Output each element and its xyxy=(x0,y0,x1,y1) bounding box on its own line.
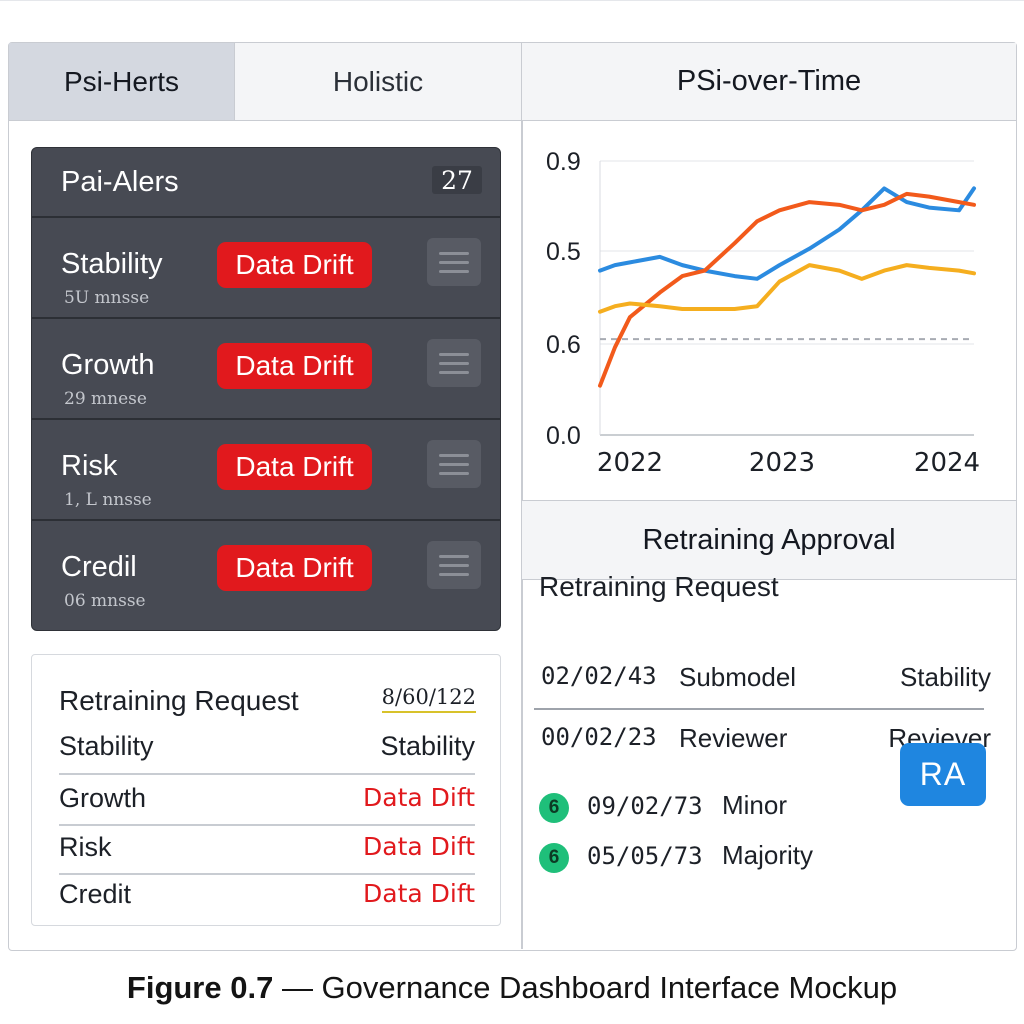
request-row[interactable]: Growth Data Dift xyxy=(59,783,475,814)
top-rule xyxy=(0,0,1024,3)
x-tick-label: 2023 xyxy=(749,448,815,478)
figure-number: Figure 0.7 xyxy=(126,970,274,1005)
data-drift-badge[interactable]: Data Drift xyxy=(217,545,372,591)
chart-panel-title: PSi-over-Time xyxy=(522,43,1016,121)
request-row-label: Credit xyxy=(59,879,132,909)
vote-status-icon: 6 xyxy=(539,793,569,823)
vote-label: Minor xyxy=(722,790,788,820)
alert-name: Stability xyxy=(61,248,163,280)
alert-subtext: 1, L nnsse xyxy=(64,490,152,510)
figure-caption-text: — Governance Dashboard Interface Mockup xyxy=(273,970,898,1005)
y-tick-label: 0.9 xyxy=(546,148,581,176)
request-row-value: Data Dift xyxy=(363,879,475,908)
y-tick-label: 0.0 xyxy=(546,422,581,450)
data-drift-badge[interactable]: Data Drift xyxy=(217,242,372,288)
approval-row-name: Submodel xyxy=(679,662,797,692)
vote-date: 05/05/73 xyxy=(587,842,703,870)
hamburger-icon[interactable] xyxy=(427,440,481,488)
data-drift-badge[interactable]: Data Drift xyxy=(217,343,372,389)
divider xyxy=(59,873,475,875)
ra-button[interactable]: RA xyxy=(900,743,986,806)
request-row-label: Risk xyxy=(59,832,112,862)
tab-psi-herts[interactable]: Psi-Herts xyxy=(9,43,234,120)
y-tick-label: 0.5 xyxy=(546,238,581,266)
tab-holistic[interactable]: Holistic xyxy=(234,43,521,120)
series-line-2 xyxy=(598,263,976,314)
approval-panel-header: Retraining Approval xyxy=(522,500,1016,580)
vote-status-icon: 6 xyxy=(539,843,569,873)
approval-request-title: Retraining Request xyxy=(539,571,779,602)
dashboard-frame: Psi-Herts Holistic Pai-Alers 27 Stabilit… xyxy=(8,42,1017,951)
alerts-count-badge: 27 xyxy=(432,166,482,195)
data-drift-badge[interactable]: Data Drift xyxy=(217,444,372,490)
alert-row-stability[interactable]: Stability Data Drift 5U mnsse xyxy=(32,218,500,319)
alerts-title: Pai-Alers xyxy=(61,165,179,198)
series-line-1 xyxy=(598,191,976,388)
vote-row-majority[interactable]: 6 05/05/73 Majority xyxy=(539,840,839,874)
psi-alerts-panel: Pai-Alers 27 Stability Data Drift 5U mns… xyxy=(31,147,501,631)
hamburger-icon[interactable] xyxy=(427,339,481,387)
request-row-value: Stability xyxy=(380,731,475,761)
request-row-value: Data Dift xyxy=(363,832,475,861)
hamburger-icon[interactable] xyxy=(427,238,481,286)
request-row-label: Growth xyxy=(59,783,147,813)
retraining-request-card: Retraining Request 8/60/122 Stability St… xyxy=(31,654,501,926)
divider xyxy=(59,773,475,775)
alert-row-growth[interactable]: Growth Data Drift 29 mnese xyxy=(32,319,500,420)
alert-subtext: 06 mnsse xyxy=(64,591,146,611)
approval-row-value: Stability xyxy=(899,662,991,692)
request-row[interactable]: Stability Stability xyxy=(59,731,475,762)
request-row-label: Stability xyxy=(59,731,154,761)
alert-subtext: 29 mnese xyxy=(64,389,147,409)
approval-row-date: 02/02/43 xyxy=(541,662,657,690)
alert-name: Credil xyxy=(61,551,137,583)
psi-over-time-chart: 0.9 0.5 0.6 0.0 2022 2023 2024 xyxy=(522,123,1016,500)
alert-subtext: 5U mnsse xyxy=(64,288,150,308)
chart-svg: 0.9 0.5 0.6 0.0 2022 2023 2024 xyxy=(546,148,980,478)
alert-name: Risk xyxy=(61,450,118,482)
alerts-header: Pai-Alers 27 xyxy=(32,148,500,218)
request-card-date: 8/60/122 xyxy=(381,685,476,713)
alert-row-credil[interactable]: Credil Data Drift 06 mnsse xyxy=(32,521,500,622)
request-card-title: Retraining Request xyxy=(59,685,299,716)
request-row[interactable]: Credit Data Dift xyxy=(59,879,475,910)
x-tick-label: 2022 xyxy=(597,448,663,478)
y-tick-label: 0.6 xyxy=(546,331,581,359)
alert-name: Growth xyxy=(61,349,155,381)
tab-bar: Psi-Herts Holistic xyxy=(9,43,521,121)
vote-row-minor[interactable]: 6 09/02/73 Minor xyxy=(539,790,839,824)
x-tick-label: 2024 xyxy=(914,448,980,478)
approval-row-name: Reviewer xyxy=(679,723,788,753)
divider xyxy=(59,824,475,826)
alert-row-risk[interactable]: Risk Data Drift 1, L nnsse xyxy=(32,420,500,521)
vote-date: 09/02/73 xyxy=(587,792,703,820)
figure-caption: Figure 0.7 — Governance Dashboard Interf… xyxy=(0,970,1024,1006)
request-row[interactable]: Risk Data Dift xyxy=(59,832,475,863)
request-row-value: Data Dift xyxy=(363,783,475,812)
vote-label: Majority xyxy=(722,840,814,870)
divider xyxy=(534,708,984,710)
hamburger-icon[interactable] xyxy=(427,541,481,589)
approval-row-date: 00/02/23 xyxy=(541,723,657,751)
